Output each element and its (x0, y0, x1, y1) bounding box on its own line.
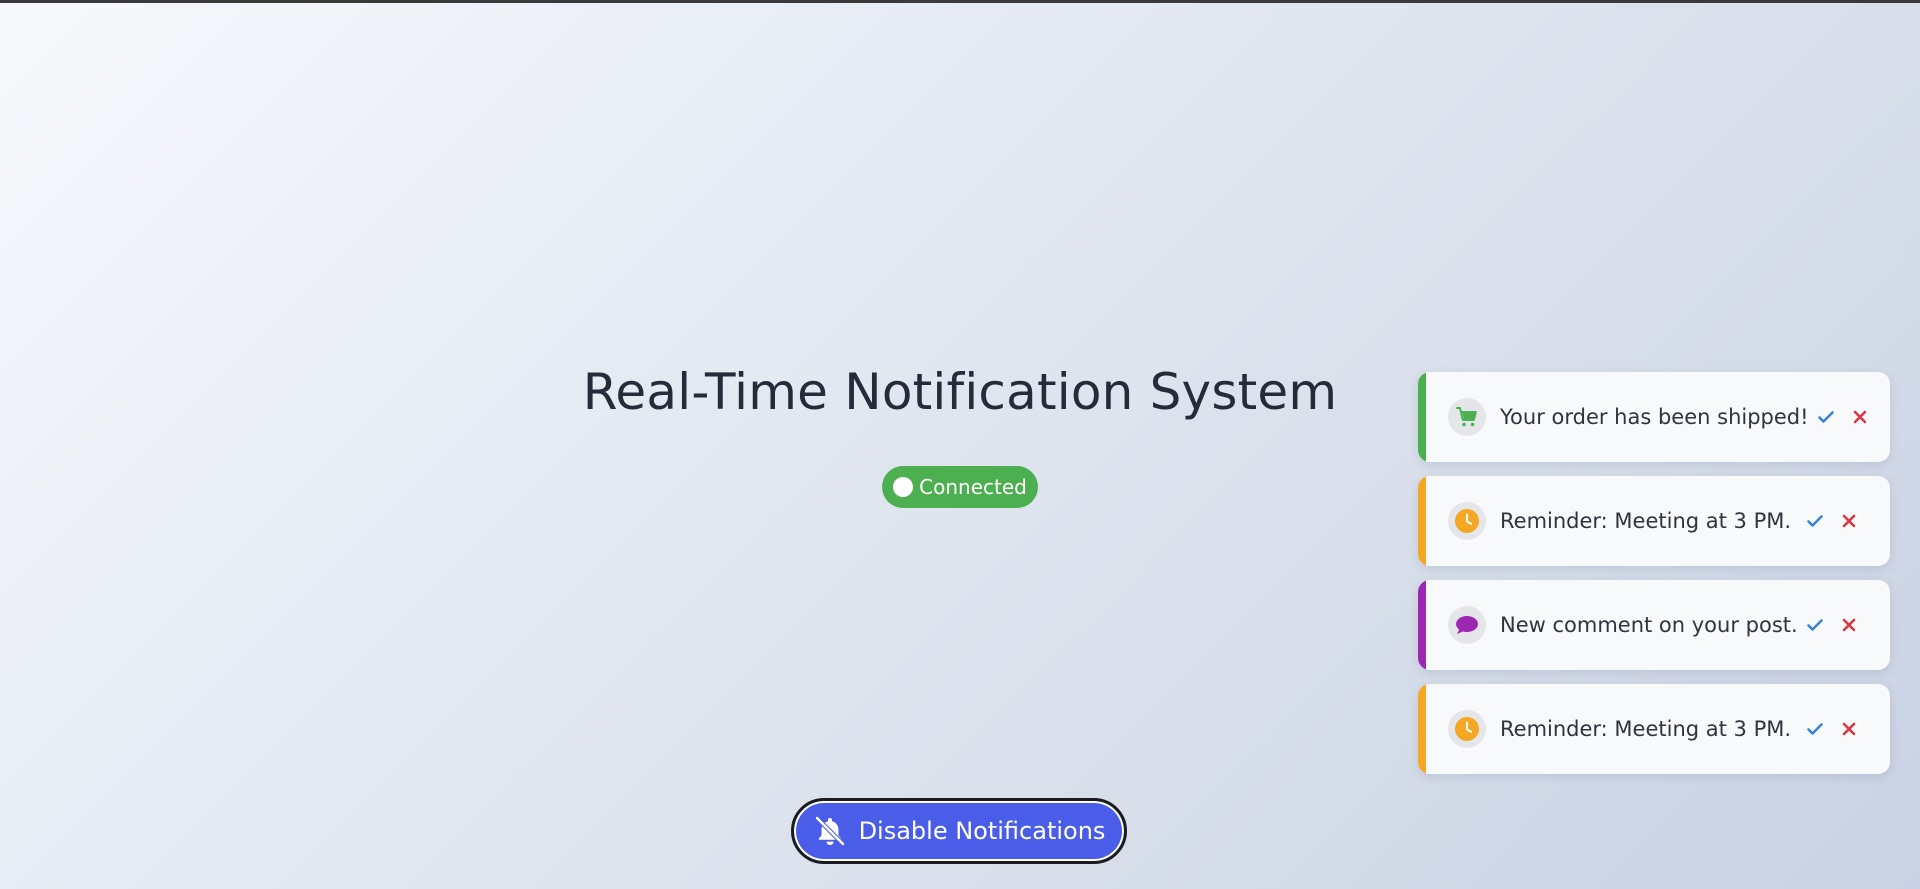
close-icon (1842, 618, 1856, 632)
notification-item: New comment on your post. (1418, 580, 1890, 670)
mark-read-button[interactable] (1798, 608, 1832, 642)
dismiss-button[interactable] (1832, 712, 1866, 746)
check-icon (1807, 619, 1823, 631)
dismiss-button[interactable] (1832, 504, 1866, 538)
close-icon (1842, 722, 1856, 736)
connection-status-badge: Connected (882, 466, 1038, 508)
notification-accent-bar (1418, 476, 1426, 566)
bell-slash-icon (813, 814, 847, 848)
status-label: Connected (919, 475, 1027, 499)
notification-list: Your order has been shipped! Reminder: M… (1418, 372, 1890, 788)
notification-text: Reminder: Meeting at 3 PM. (1500, 717, 1792, 741)
notification-accent-bar (1418, 684, 1426, 774)
mark-read-button[interactable] (1809, 400, 1843, 434)
close-icon (1853, 410, 1866, 424)
close-icon (1842, 514, 1856, 528)
mark-read-button[interactable] (1798, 712, 1832, 746)
comment-icon (1448, 606, 1486, 644)
notification-text: Reminder: Meeting at 3 PM. (1500, 509, 1792, 533)
notification-text: Your order has been shipped! (1500, 405, 1809, 429)
check-icon (1807, 515, 1823, 527)
toggle-button-label: Disable Notifications (858, 817, 1106, 845)
clock-icon (1448, 710, 1486, 748)
mark-read-button[interactable] (1798, 504, 1832, 538)
dismiss-button[interactable] (1832, 608, 1866, 642)
check-icon (1807, 723, 1823, 735)
notification-item: Reminder: Meeting at 3 PM. (1418, 476, 1890, 566)
top-border (0, 0, 1920, 3)
clock-icon (1448, 502, 1486, 540)
notification-accent-bar (1418, 580, 1426, 670)
notification-accent-bar (1418, 372, 1426, 462)
status-dot-icon (893, 477, 914, 497)
dismiss-button[interactable] (1843, 400, 1877, 434)
cart-icon (1448, 398, 1486, 436)
notification-item: Your order has been shipped! (1418, 372, 1890, 462)
notification-text: New comment on your post. (1500, 613, 1798, 637)
notification-item: Reminder: Meeting at 3 PM. (1418, 684, 1890, 774)
disable-notifications-button[interactable]: Disable Notifications (791, 798, 1127, 864)
check-icon (1817, 411, 1834, 423)
